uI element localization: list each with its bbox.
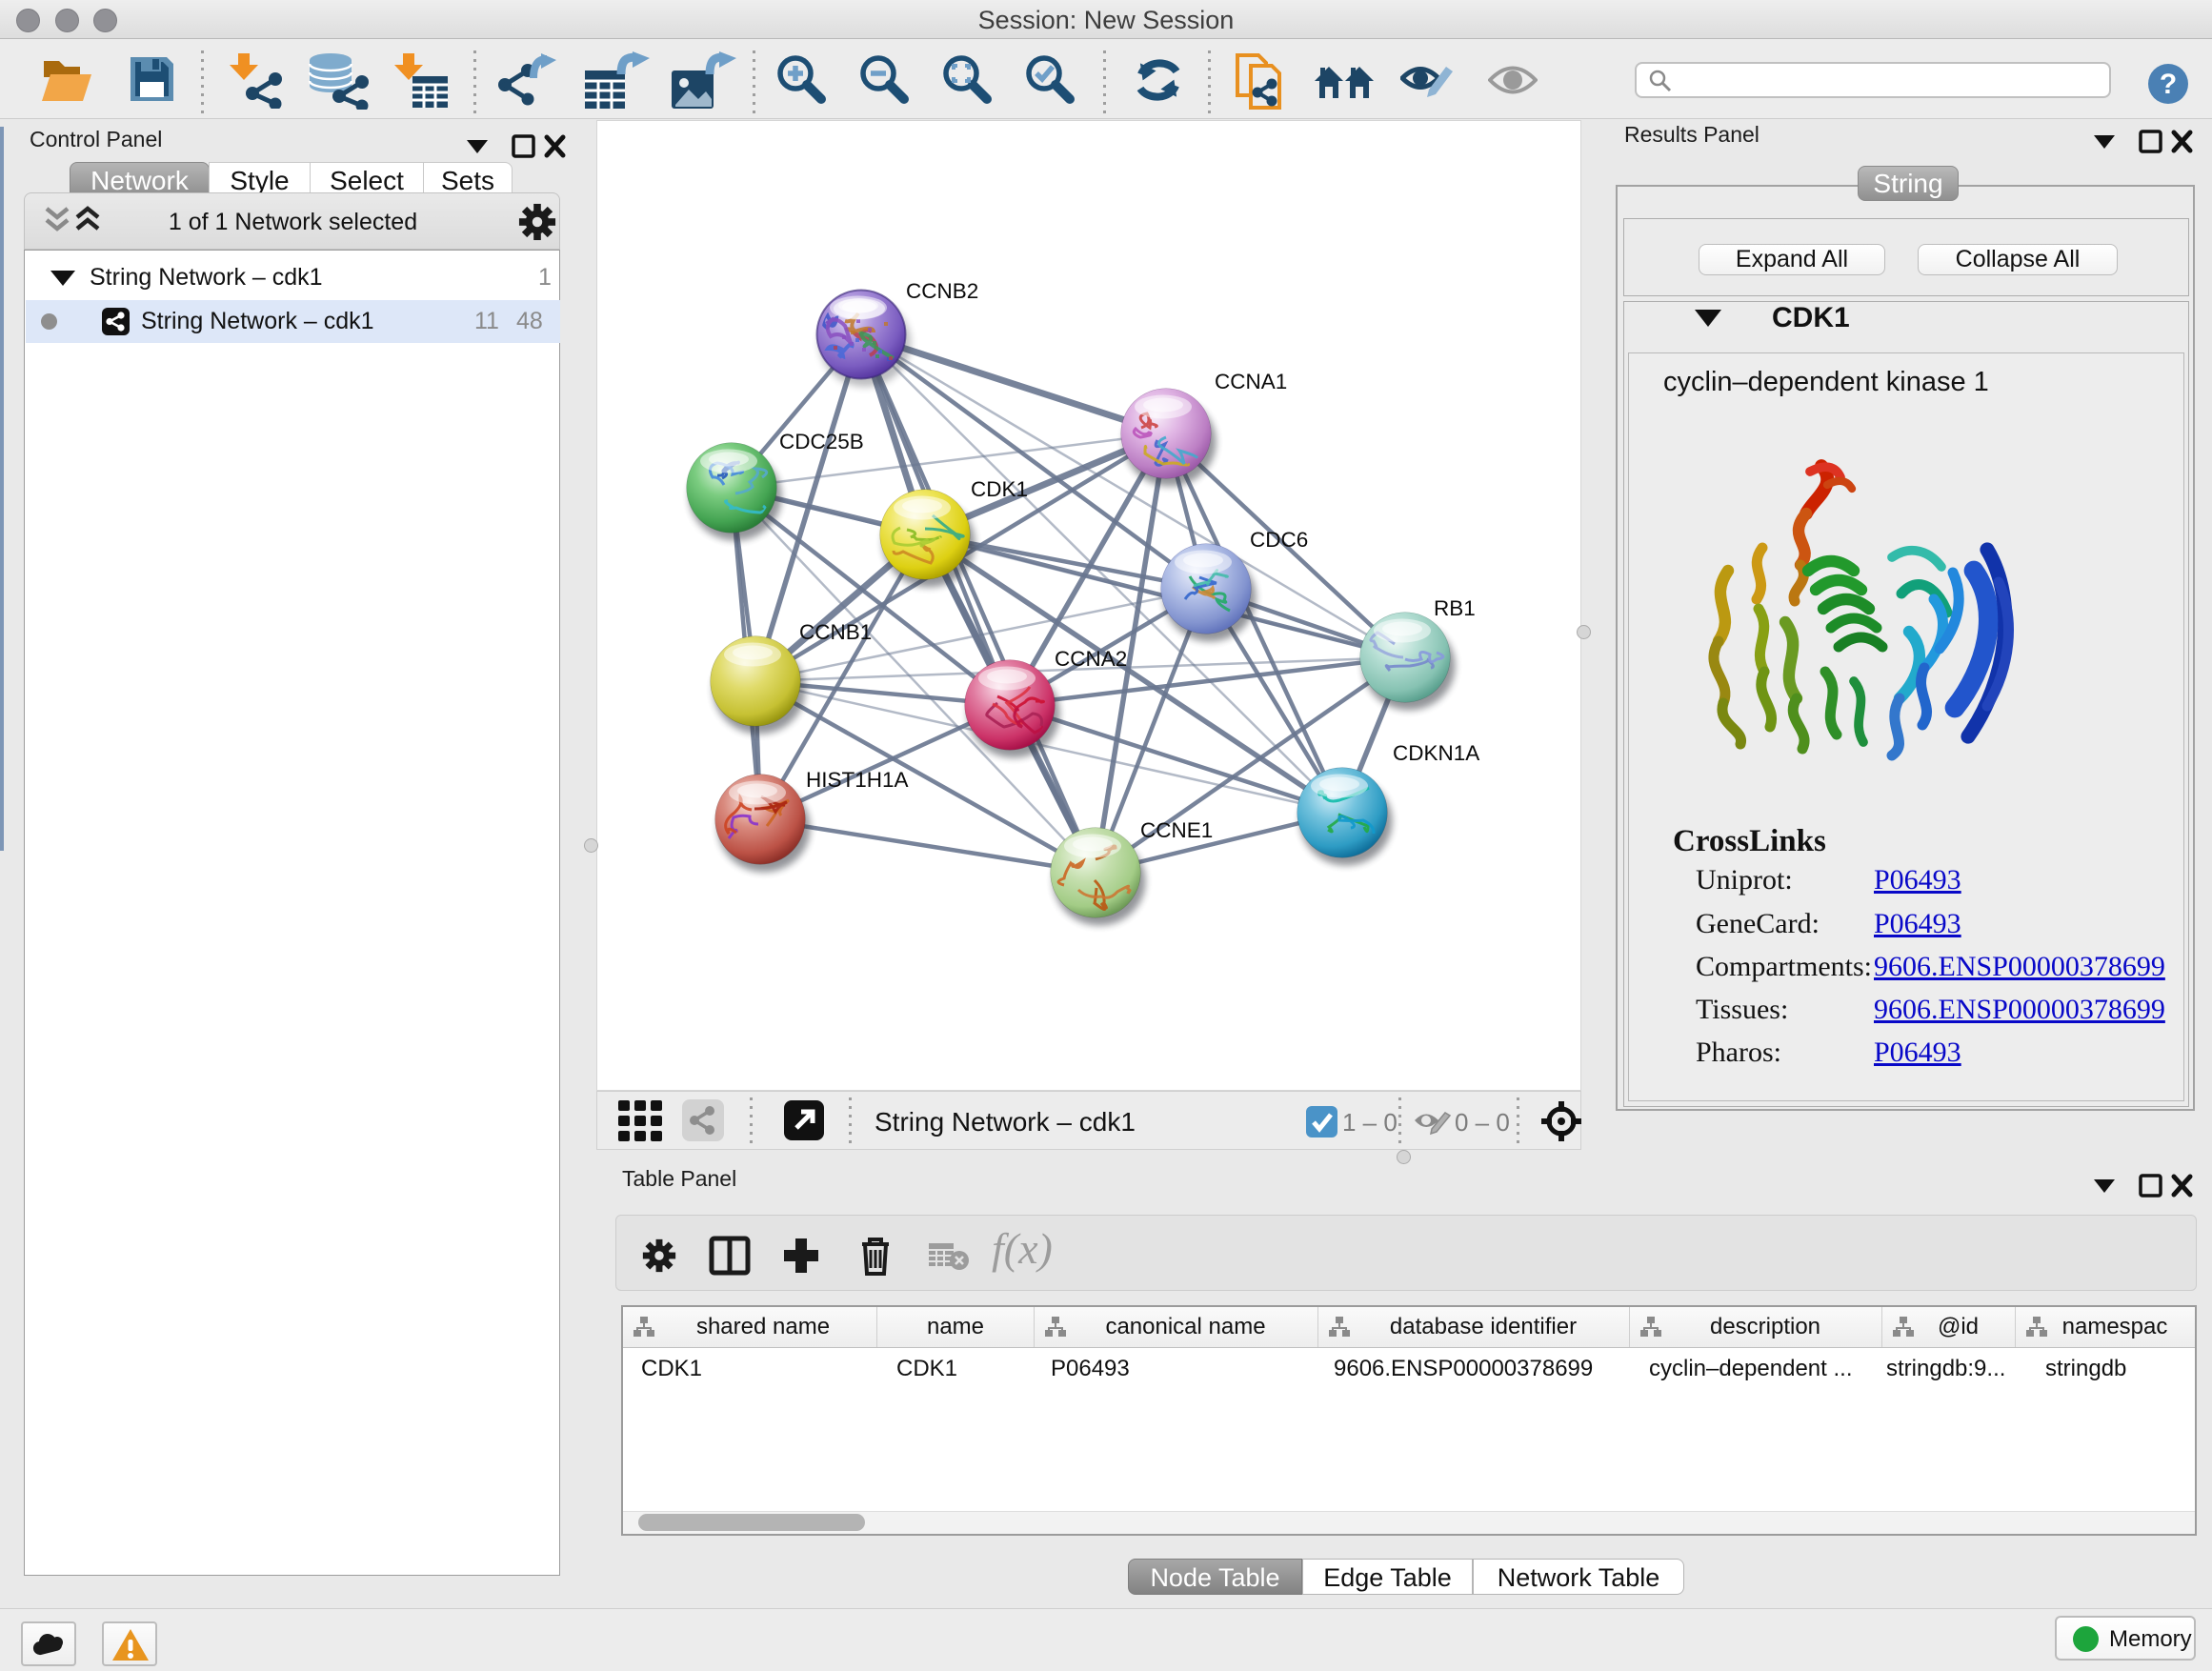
svg-text:CCNB2: CCNB2: [906, 279, 978, 303]
svg-text:CDK1: CDK1: [971, 477, 1028, 501]
svg-text:?: ?: [2160, 69, 2177, 100]
svg-text:CDC25B: CDC25B: [779, 430, 864, 453]
svg-text:HIST1H1A: HIST1H1A: [806, 768, 909, 792]
svg-text:CCNA1: CCNA1: [1215, 370, 1287, 393]
svg-text:RB1: RB1: [1434, 596, 1476, 620]
svg-text:CDKN1A: CDKN1A: [1393, 741, 1479, 765]
svg-text:CCNE1: CCNE1: [1140, 818, 1213, 842]
svg-text:CDC6: CDC6: [1250, 528, 1308, 552]
svg-text:CCNA2: CCNA2: [1055, 647, 1127, 671]
svg-text:CCNB1: CCNB1: [799, 620, 872, 644]
